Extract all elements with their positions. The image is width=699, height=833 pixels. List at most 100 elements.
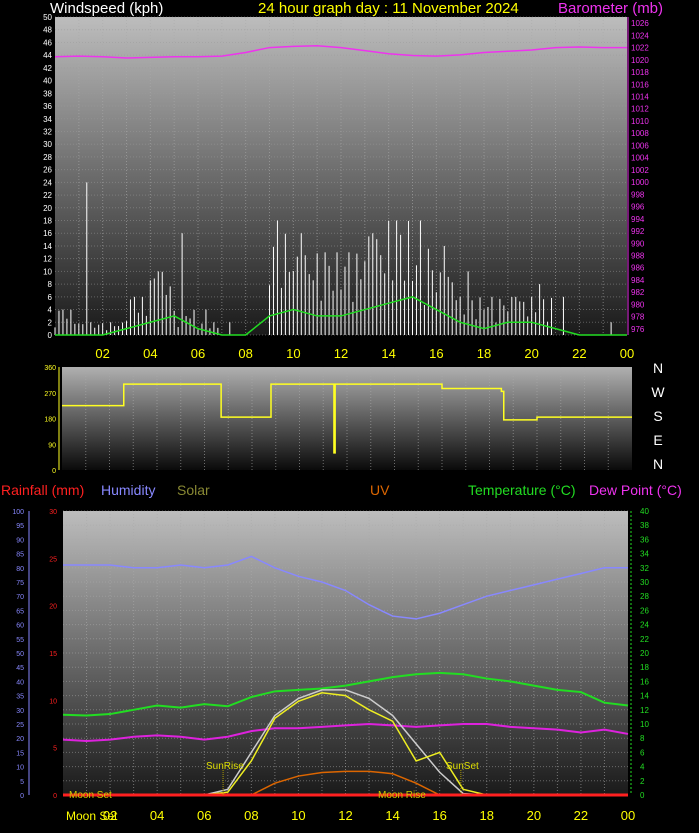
wind-tick-label: 6 bbox=[48, 293, 53, 302]
humidity-tick-label: 75 bbox=[16, 580, 24, 587]
barometer-tick-label: 982 bbox=[631, 288, 645, 297]
rainfall-tick-label: 20 bbox=[49, 604, 57, 611]
barometer-tick-label: 1026 bbox=[631, 19, 649, 28]
dewpoint-label: Dew Point (°C) bbox=[589, 482, 682, 498]
hour-tick-label: 00 bbox=[621, 808, 635, 823]
wind-tick-label: 20 bbox=[43, 204, 52, 213]
humidity-tick-label: 40 bbox=[16, 679, 24, 686]
direction-tick-label: 0 bbox=[52, 468, 56, 475]
wind-tick-label: 16 bbox=[43, 229, 52, 238]
hour-tick-label: 00 bbox=[620, 346, 634, 361]
humidity-tick-label: 95 bbox=[16, 523, 24, 530]
temperature-tick-label: 24 bbox=[640, 621, 649, 630]
hour-tick-label: 22 bbox=[572, 346, 586, 361]
humidity-tick-label: 80 bbox=[16, 566, 24, 573]
humidity-tick-label: 35 bbox=[16, 694, 24, 701]
wind-tick-label: 22 bbox=[43, 191, 52, 200]
wind-tick-label: 26 bbox=[43, 166, 52, 175]
temperature-tick-label: 32 bbox=[640, 564, 649, 573]
barometer-tick-label: 978 bbox=[631, 313, 645, 322]
compass-label: N bbox=[653, 456, 663, 472]
humidity-tick-label: 85 bbox=[16, 552, 24, 559]
moonset-label: Moon Set bbox=[69, 790, 112, 801]
wind-tick-label: 34 bbox=[43, 115, 52, 124]
wind-tick-label: 10 bbox=[43, 267, 52, 276]
barometer-tick-label: 1020 bbox=[631, 56, 649, 65]
rainfall-tick-label: 10 bbox=[49, 698, 57, 705]
hour-tick-label: 08 bbox=[238, 346, 252, 361]
wind-tick-label: 44 bbox=[43, 51, 52, 60]
sunset-label: SunSet bbox=[446, 761, 479, 772]
humidity-label: Humidity bbox=[101, 482, 156, 498]
humidity-tick-label: 55 bbox=[16, 637, 24, 644]
barometer-label: Barometer (mb) bbox=[558, 0, 664, 17]
sunrise-label: SunRise bbox=[206, 761, 244, 772]
wind-tick-label: 32 bbox=[43, 127, 52, 136]
graph-title: 24 hour graph day : 11 November 2024 bbox=[258, 0, 519, 17]
barometer-tick-label: 1018 bbox=[631, 68, 649, 77]
temperature-tick-label: 14 bbox=[640, 692, 649, 701]
wind-tick-label: 14 bbox=[43, 242, 52, 251]
rainfall-tick-label: 25 bbox=[49, 556, 57, 563]
moonset-axis-label: Moon Set bbox=[66, 809, 118, 823]
barometer-tick-label: 976 bbox=[631, 325, 645, 334]
barometer-tick-label: 1022 bbox=[631, 44, 649, 53]
solar-label: Solar bbox=[177, 482, 210, 498]
barometer-tick-label: 1024 bbox=[631, 31, 649, 40]
temperature-label: Temperature (°C) bbox=[468, 482, 576, 498]
hour-tick-label: 08 bbox=[244, 808, 258, 823]
wind-tick-label: 38 bbox=[43, 89, 52, 98]
barometer-tick-label: 1000 bbox=[631, 178, 649, 187]
hour-tick-label: 06 bbox=[197, 808, 211, 823]
humidity-tick-label: 70 bbox=[16, 594, 24, 601]
humidity-tick-label: 45 bbox=[16, 665, 24, 672]
wind-tick-label: 46 bbox=[43, 38, 52, 47]
humidity-tick-label: 30 bbox=[16, 708, 24, 715]
temperature-tick-label: 2 bbox=[640, 777, 645, 786]
hour-tick-label: 04 bbox=[143, 346, 157, 361]
barometer-tick-label: 1014 bbox=[631, 93, 649, 102]
temperature-tick-label: 20 bbox=[640, 649, 649, 658]
humidity-tick-label: 60 bbox=[16, 623, 24, 630]
wind-tick-label: 18 bbox=[43, 217, 52, 226]
wind-tick-label: 40 bbox=[43, 77, 52, 86]
wind-tick-label: 30 bbox=[43, 140, 52, 149]
compass-label: W bbox=[651, 384, 665, 400]
humidity-tick-label: 100 bbox=[12, 509, 24, 516]
temperature-tick-label: 28 bbox=[640, 592, 649, 601]
temperature-tick-label: 4 bbox=[640, 763, 645, 772]
direction-tick-label: 360 bbox=[44, 365, 56, 372]
windspeed-label: Windspeed (kph) bbox=[50, 0, 164, 17]
barometer-tick-label: 998 bbox=[631, 190, 645, 199]
humidity-tick-label: 50 bbox=[16, 651, 24, 658]
hour-tick-label: 12 bbox=[334, 346, 348, 361]
temperature-tick-label: 6 bbox=[640, 748, 645, 757]
barometer-tick-label: 1006 bbox=[631, 141, 649, 150]
direction-tick-label: 180 bbox=[44, 417, 56, 424]
hour-tick-label: 10 bbox=[291, 808, 305, 823]
humidity-tick-label: 25 bbox=[16, 722, 24, 729]
temperature-tick-label: 36 bbox=[640, 535, 649, 544]
temperature-tick-label: 10 bbox=[640, 720, 649, 729]
wind-tick-label: 42 bbox=[43, 64, 52, 73]
hour-tick-label: 12 bbox=[338, 808, 352, 823]
barometer-tick-label: 990 bbox=[631, 239, 645, 248]
hour-tick-label: 22 bbox=[574, 808, 588, 823]
barometer-tick-label: 996 bbox=[631, 203, 645, 212]
hour-tick-label: 06 bbox=[191, 346, 205, 361]
wind-tick-label: 4 bbox=[48, 306, 53, 315]
rainfall-tick-label: 30 bbox=[49, 509, 57, 516]
hour-tick-label: 10 bbox=[286, 346, 300, 361]
weather-graph: 0246810121416182022242628303234363840424… bbox=[12, 13, 665, 823]
compass-label: N bbox=[653, 360, 663, 376]
direction-tick-label: 90 bbox=[48, 442, 56, 449]
hour-tick-label: 02 bbox=[95, 346, 109, 361]
barometer-tick-label: 994 bbox=[631, 215, 645, 224]
humidity-tick-label: 5 bbox=[20, 779, 24, 786]
barometer-tick-label: 992 bbox=[631, 227, 645, 236]
uv-label: UV bbox=[370, 482, 390, 498]
temperature-tick-label: 26 bbox=[640, 606, 649, 615]
barometer-tick-label: 986 bbox=[631, 264, 645, 273]
temperature-tick-label: 8 bbox=[640, 734, 645, 743]
temperature-tick-label: 16 bbox=[640, 677, 649, 686]
